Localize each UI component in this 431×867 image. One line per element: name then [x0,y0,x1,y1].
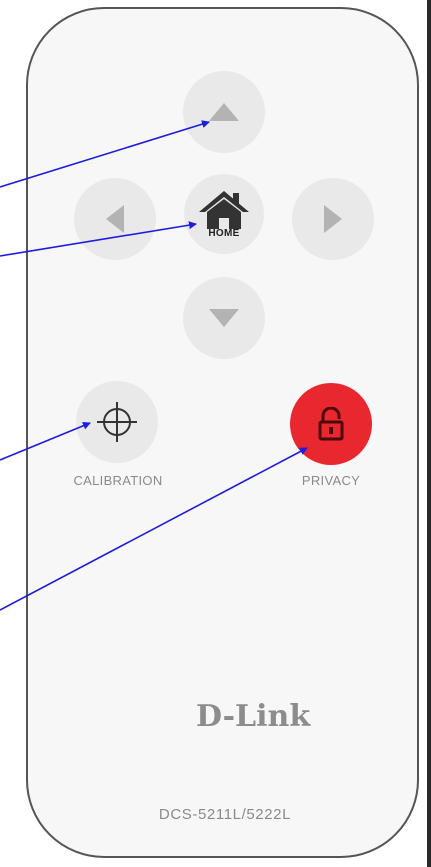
privacy-button[interactable] [290,383,372,465]
triangle-down-icon [208,308,240,328]
crosshair-icon [94,399,140,445]
house-icon [198,190,250,230]
calibration-label: CALIBRATION [73,473,163,488]
right-button[interactable] [292,178,374,260]
padlock-icon [318,407,344,441]
home-label: HOME [208,227,240,239]
triangle-right-icon [323,204,343,234]
triangle-left-icon [105,204,125,234]
down-button[interactable] [183,277,265,359]
model-number: DCS-5211L/5222L [158,806,292,823]
privacy-label: PRIVACY [301,473,361,488]
left-button[interactable] [74,178,156,260]
frame-edge [427,0,431,867]
calibration-button[interactable] [76,381,158,463]
brand-logo: D-Link [196,699,311,734]
triangle-up-icon [208,102,240,122]
up-button[interactable] [183,71,265,153]
home-button[interactable]: HOME [184,174,264,254]
